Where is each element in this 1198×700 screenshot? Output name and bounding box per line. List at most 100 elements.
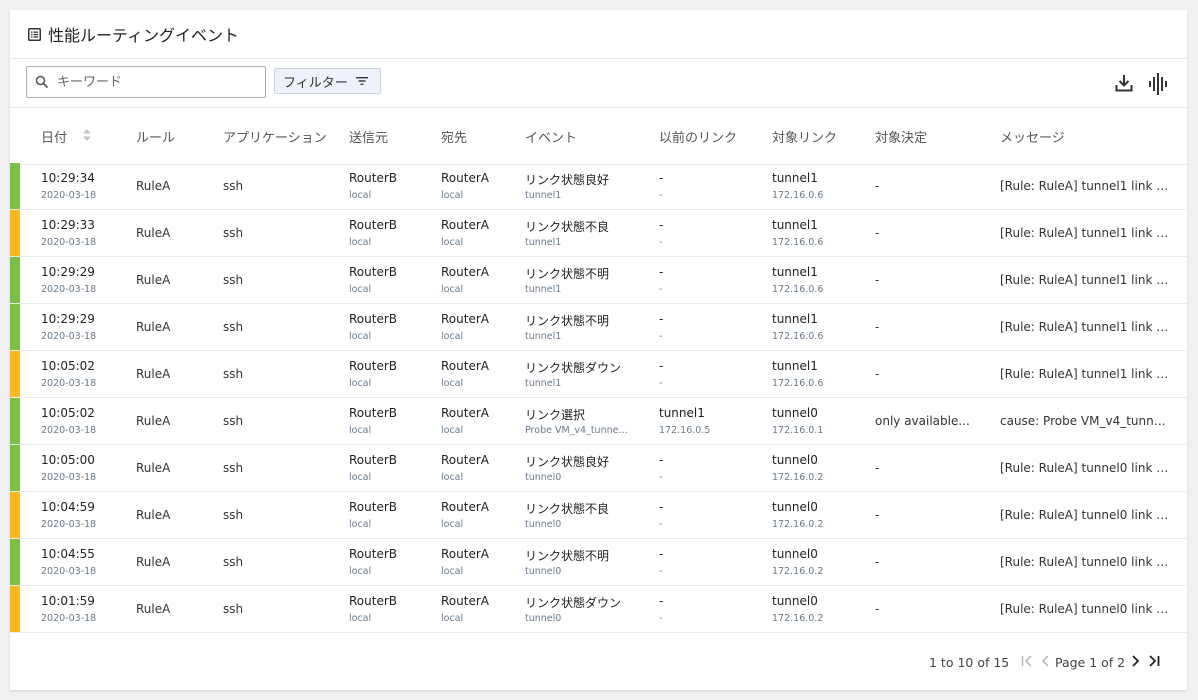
waveform-icon[interactable] xyxy=(1148,73,1168,95)
first-page-icon[interactable] xyxy=(1021,654,1033,668)
cell-app: ssh xyxy=(223,226,244,240)
cell-rule: RuleA xyxy=(136,461,171,475)
cell-event: リンク状態不良 xyxy=(525,502,610,516)
column-header-target-link[interactable]: 対象リンク xyxy=(772,127,837,146)
cell-app: ssh xyxy=(223,414,244,428)
cell-dst: RouterA xyxy=(441,547,489,561)
cell-date-sub: 2020-03-18 xyxy=(41,472,97,483)
table-row[interactable]: 10:29:33 2020-03-18 RuleA ssh RouterB local Ro… xyxy=(10,210,1187,257)
cell-src: RouterB xyxy=(349,359,397,373)
cell-event: リンク状態不良 xyxy=(525,220,610,234)
card-header: 性能ルーティングイベント xyxy=(10,10,1187,59)
cell-prev-link-sub: - xyxy=(659,378,663,389)
cell-message: [Rule: RuleA] tunnel0 link st... xyxy=(1000,508,1170,522)
table-row[interactable]: 10:05:02 2020-03-18 RuleA ssh RouterB local Ro… xyxy=(10,398,1187,445)
search-input[interactable] xyxy=(55,73,249,91)
cell-prev-link-sub: 172.16.0.5 xyxy=(659,425,711,436)
table-row[interactable]: 10:01:59 2020-03-18 RuleA ssh RouterB local Ro… xyxy=(10,586,1187,633)
cell-app: ssh xyxy=(223,367,244,381)
table-row[interactable]: 10:04:55 2020-03-18 RuleA ssh RouterB local Ro… xyxy=(10,539,1187,586)
cell-event: リンク状態ダウン xyxy=(525,361,622,375)
table-row[interactable]: 10:04:59 2020-03-18 RuleA ssh RouterB local Ro… xyxy=(10,492,1187,539)
cell-dst-sub: local xyxy=(441,425,464,436)
cell-decision: - xyxy=(875,602,880,616)
cell-date: 10:05:02 xyxy=(41,406,95,420)
cell-dst: RouterA xyxy=(441,594,489,608)
cell-src: RouterB xyxy=(349,500,397,514)
cell-date: 10:05:00 xyxy=(41,453,95,467)
cell-decision: - xyxy=(875,461,880,475)
cell-prev-link: - xyxy=(659,500,664,514)
cell-event: リンク状態不明 xyxy=(525,267,610,281)
status-bar xyxy=(10,163,20,209)
cell-prev-link: - xyxy=(659,453,664,467)
cell-rule: RuleA xyxy=(136,414,171,428)
cell-prev-link-sub: - xyxy=(659,331,663,342)
cell-prev-link-sub: - xyxy=(659,237,663,248)
prev-page-icon[interactable] xyxy=(1041,654,1050,668)
cell-dst-sub: local xyxy=(441,519,464,530)
table-row[interactable]: 10:29:29 2020-03-18 RuleA ssh RouterB local Ro… xyxy=(10,304,1187,351)
cell-target-link: tunnel0 xyxy=(772,594,818,608)
cell-target-link-sub: 172.16.0.1 xyxy=(772,425,824,436)
cell-date-sub: 2020-03-18 xyxy=(41,237,97,248)
sort-icon[interactable] xyxy=(83,129,91,141)
filter-button[interactable]: フィルター xyxy=(274,68,381,94)
cell-dst-sub: local xyxy=(441,284,464,295)
last-page-icon[interactable] xyxy=(1148,654,1160,668)
cell-src: RouterB xyxy=(349,453,397,467)
cell-decision: - xyxy=(875,508,880,522)
search-box[interactable] xyxy=(26,66,266,98)
cell-event: リンク状態不明 xyxy=(525,549,610,563)
cell-event-sub: tunnel0 xyxy=(525,472,562,483)
table-row[interactable]: 10:29:34 2020-03-18 RuleA ssh RouterB local Ro… xyxy=(10,163,1187,210)
cell-target-link-sub: 172.16.0.2 xyxy=(772,519,824,530)
cell-date-sub: 2020-03-18 xyxy=(41,425,97,436)
cell-rule: RuleA xyxy=(136,273,171,287)
cell-message: [Rule: RuleA] tunnel1 link st... xyxy=(1000,226,1170,240)
cell-target-link-sub: 172.16.0.2 xyxy=(772,613,824,624)
cell-src: RouterB xyxy=(349,265,397,279)
table-row[interactable]: 10:05:02 2020-03-18 RuleA ssh RouterB local Ro… xyxy=(10,351,1187,398)
cell-target-link-sub: 172.16.0.2 xyxy=(772,566,824,577)
cell-date: 10:01:59 xyxy=(41,594,95,608)
status-bar xyxy=(10,539,20,585)
column-header-date[interactable]: 日付 xyxy=(41,127,67,146)
column-header-dst[interactable]: 宛先 xyxy=(441,127,467,146)
column-header-app[interactable]: アプリケーション xyxy=(223,127,327,146)
table-row[interactable]: 10:05:00 2020-03-18 RuleA ssh RouterB local Ro… xyxy=(10,445,1187,492)
cell-rule: RuleA xyxy=(136,602,171,616)
cell-prev-link-sub: - xyxy=(659,284,663,295)
column-header-rule[interactable]: ルール xyxy=(136,127,175,146)
column-header-message[interactable]: メッセージ xyxy=(1000,127,1065,146)
cell-target-link: tunnel1 xyxy=(772,359,818,373)
cell-target-link: tunnel1 xyxy=(772,312,818,326)
cell-src-sub: local xyxy=(349,190,372,201)
cell-app: ssh xyxy=(223,555,244,569)
cell-dst-sub: local xyxy=(441,566,464,577)
cell-target-link-sub: 172.16.0.6 xyxy=(772,237,824,248)
column-header-event[interactable]: イベント xyxy=(525,127,577,146)
cell-date-sub: 2020-03-18 xyxy=(41,519,97,530)
column-header-prev-link[interactable]: 以前のリンク xyxy=(659,127,737,146)
download-icon[interactable] xyxy=(1114,73,1134,93)
column-header-decision[interactable]: 対象決定 xyxy=(875,127,927,146)
cell-app: ssh xyxy=(223,602,244,616)
row-range: 1 to 10 of 15 xyxy=(929,655,1010,670)
cell-dst-sub: local xyxy=(441,190,464,201)
cell-decision: - xyxy=(875,179,880,193)
cell-app: ssh xyxy=(223,461,244,475)
table-row[interactable]: 10:29:29 2020-03-18 RuleA ssh RouterB local Ro… xyxy=(10,257,1187,304)
cell-rule: RuleA xyxy=(136,179,171,193)
page-title: 性能ルーティングイベント xyxy=(48,26,240,45)
next-page-icon[interactable] xyxy=(1131,654,1140,668)
cell-prev-link: - xyxy=(659,171,664,185)
cell-rule: RuleA xyxy=(136,367,171,381)
cell-decision: - xyxy=(875,367,880,381)
cell-app: ssh xyxy=(223,320,244,334)
column-header-src[interactable]: 送信元 xyxy=(349,127,388,146)
status-bar xyxy=(10,586,20,632)
cell-src: RouterB xyxy=(349,218,397,232)
cell-target-link-sub: 172.16.0.6 xyxy=(772,331,824,342)
cell-prev-link-sub: - xyxy=(659,190,663,201)
